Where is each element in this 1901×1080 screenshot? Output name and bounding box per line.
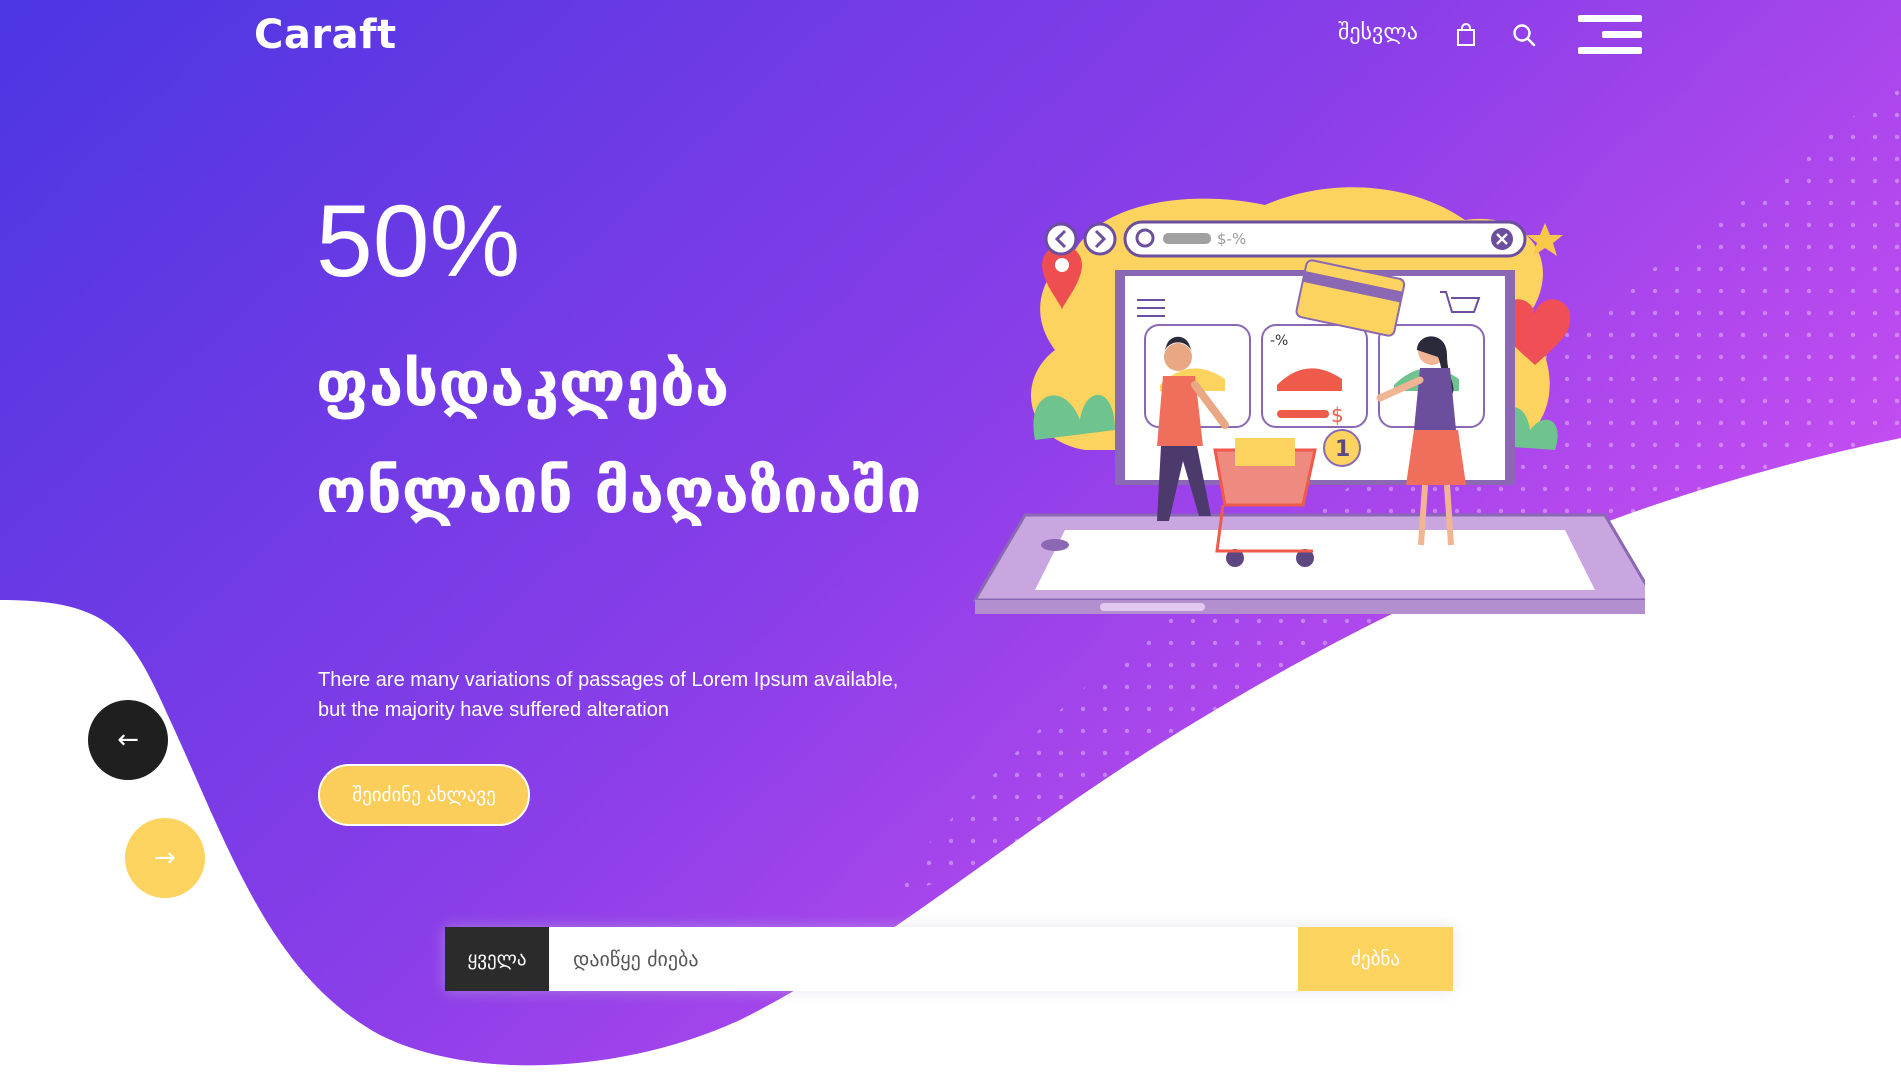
menu-bar [1602, 31, 1642, 38]
hero-title: ფასდაკლება ონლაინ მაღაზიაში [316, 347, 922, 527]
carousel-next-button[interactable]: → [125, 818, 205, 898]
buy-now-button[interactable]: შეიძინე ახლავე [318, 764, 530, 826]
hero-subtitle-line: but the majority have suffered alteratio… [318, 699, 669, 721]
search-input[interactable] [549, 927, 1269, 991]
shopping-bag-icon[interactable] [1453, 22, 1479, 48]
login-link[interactable]: შესვლა [1338, 20, 1418, 45]
menu-bar [1578, 15, 1642, 22]
price-dollar-text: $ [1331, 403, 1344, 427]
discount-tag-text: -% [1270, 333, 1288, 349]
brand-logo[interactable]: Caraft [254, 12, 397, 58]
search-submit-button[interactable]: ძებნა [1298, 927, 1453, 991]
hero-subtitle: There are many variations of passages of… [318, 665, 938, 725]
cart-count-text: 1 [1335, 437, 1350, 462]
menu-bar [1578, 47, 1642, 54]
search-icon[interactable] [1511, 22, 1537, 48]
shopping-illustration: $-% -% $ 1 [972, 187, 1645, 614]
url-text: $-% [1217, 230, 1246, 248]
hero-subtitle-line: There are many variations of passages of… [318, 669, 899, 691]
search-bar: ყველა ძებნა [445, 927, 1453, 991]
hero-discount: 50% [316, 184, 521, 298]
category-select-button[interactable]: ყველა [445, 927, 549, 991]
hamburger-menu-icon[interactable] [1578, 15, 1642, 55]
carousel-prev-button[interactable]: ← [88, 700, 168, 780]
